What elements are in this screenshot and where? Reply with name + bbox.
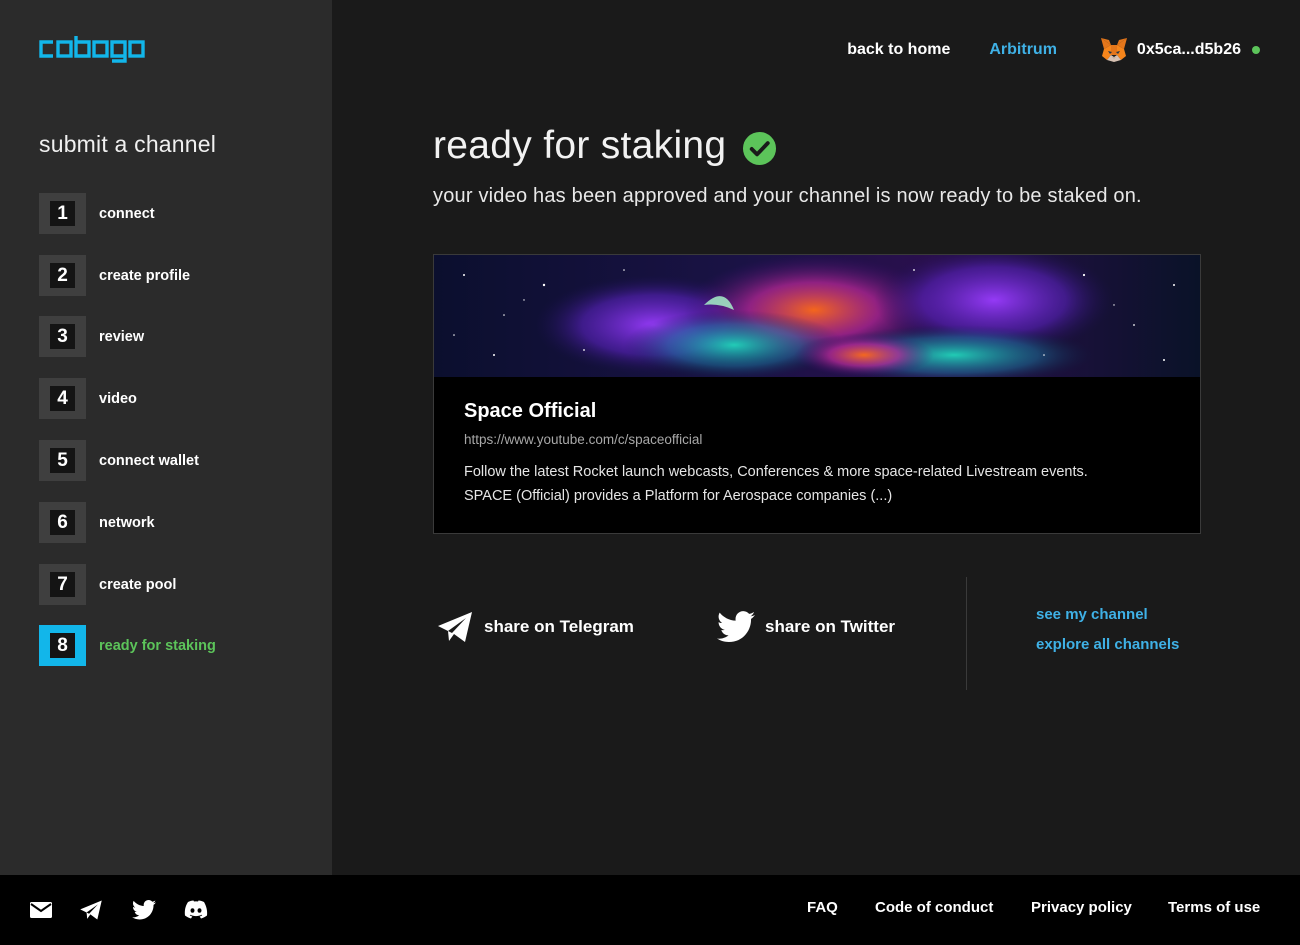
step-number-box: 4 [39, 378, 86, 419]
twitter-icon[interactable] [132, 899, 156, 921]
channel-name: Space Official [464, 400, 597, 422]
step-number-box: 8 [39, 625, 86, 666]
step-create-profile[interactable]: 2 create profile [39, 255, 299, 296]
step-label: network [99, 514, 155, 531]
footer-link-faq[interactable]: FAQ [807, 899, 838, 916]
page-subtitle: your video has been approved and your ch… [433, 185, 1142, 207]
step-label: ready for staking [99, 637, 216, 654]
share-twitter-button[interactable]: share on Twitter [717, 610, 895, 644]
discord-icon[interactable] [184, 899, 208, 921]
sidebar: submit a channel 1 connect 2 create prof… [0, 0, 332, 875]
twitter-icon [717, 611, 755, 643]
page-title: ready for staking [433, 124, 777, 168]
step-number: 5 [50, 448, 75, 473]
page-title-text: ready for staking [433, 124, 727, 167]
channel-description-line: SPACE (Official) provides a Platform for… [464, 488, 893, 504]
explore-all-channels-link[interactable]: explore all channels [1036, 636, 1179, 653]
step-number: 3 [50, 324, 75, 349]
see-my-channel-link[interactable]: see my channel [1036, 606, 1148, 623]
top-nav: back to home Arbitrum 0x5ca...d5b26 [847, 38, 1260, 62]
step-review[interactable]: 3 review [39, 316, 299, 357]
wallet-button[interactable]: 0x5ca...d5b26 [1100, 37, 1260, 63]
main-content: back to home Arbitrum 0x5ca...d5b26 read… [332, 0, 1300, 875]
vertical-divider [966, 577, 967, 690]
share-twitter-label: share on Twitter [765, 617, 896, 636]
step-number: 1 [50, 201, 75, 226]
step-connect[interactable]: 1 connect [39, 193, 299, 234]
step-number: 8 [50, 633, 75, 658]
back-to-home-link[interactable]: back to home [847, 41, 950, 59]
step-create-pool[interactable]: 7 create pool [39, 564, 299, 605]
wallet-address: 0x5ca...d5b26 [1136, 41, 1241, 58]
step-number: 7 [50, 572, 75, 597]
channel-card[interactable]: Space Official https://www.youtube.com/c… [433, 254, 1201, 534]
step-ready-for-staking[interactable]: 8 ready for staking [39, 625, 299, 666]
share-telegram-label: share on Telegram [484, 617, 634, 636]
step-number-box: 1 [39, 193, 86, 234]
telegram-icon[interactable] [79, 899, 103, 921]
step-video[interactable]: 4 video [39, 378, 299, 419]
cobogo-logo[interactable] [39, 36, 161, 69]
sidebar-title: submit a channel [39, 131, 217, 157]
step-number-box: 7 [39, 564, 86, 605]
connected-status-dot [1252, 46, 1260, 54]
footer-link-code-of-conduct[interactable]: Code of conduct [875, 899, 993, 916]
step-label: connect [99, 205, 155, 222]
telegram-icon [438, 612, 472, 642]
footer-link-terms-of-use[interactable]: Terms of use [1168, 899, 1260, 916]
step-number-box: 2 [39, 255, 86, 296]
step-label: create pool [99, 576, 177, 593]
step-number: 4 [50, 386, 75, 411]
step-number-box: 3 [39, 316, 86, 357]
channel-banner-image [434, 255, 1200, 377]
step-label: video [99, 390, 137, 407]
network-selector[interactable]: Arbitrum [989, 41, 1057, 59]
channel-description-line: Follow the latest Rocket launch webcasts… [464, 464, 1088, 480]
step-label: review [99, 328, 145, 345]
step-label: connect wallet [99, 452, 199, 469]
metamask-fox-icon [1100, 38, 1127, 62]
share-telegram-button[interactable]: share on Telegram [436, 610, 634, 644]
step-number-box: 6 [39, 502, 86, 543]
step-network[interactable]: 6 network [39, 502, 299, 543]
step-label: create profile [99, 267, 191, 284]
logo-wordmark [39, 36, 145, 63]
channel-description: Follow the latest Rocket launch webcasts… [464, 460, 1164, 508]
step-number: 2 [50, 263, 75, 288]
footer-link-privacy-policy[interactable]: Privacy policy [1031, 899, 1132, 916]
mail-icon[interactable] [29, 899, 53, 921]
channel-url[interactable]: https://www.youtube.com/c/spaceofficial [464, 432, 702, 447]
step-number-box: 5 [39, 440, 86, 481]
step-number: 6 [50, 510, 75, 535]
check-circle-icon [743, 131, 777, 165]
step-connect-wallet[interactable]: 5 connect wallet [39, 440, 299, 481]
